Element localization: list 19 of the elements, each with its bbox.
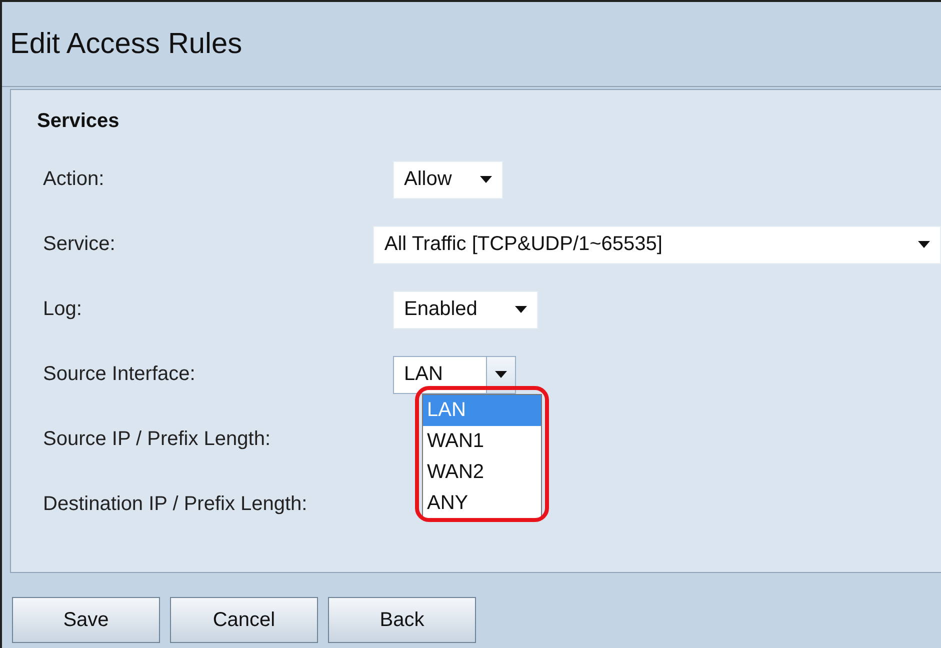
action-button[interactable]: Cancel <box>170 597 318 643</box>
section-heading: Services <box>37 110 120 133</box>
field-label: Log: <box>42 298 83 321</box>
field-label: Destination IP / Prefix Length: <box>42 493 308 516</box>
caret-icon <box>515 306 527 313</box>
dropdown[interactable]: LAN <box>393 356 516 394</box>
dropdown[interactable]: Allow <box>393 160 503 198</box>
field-label: Source IP / Prefix Length: <box>42 428 272 451</box>
field-label: Source Interface: <box>42 363 196 386</box>
dropdown[interactable]: Enabled <box>393 290 538 328</box>
action-button[interactable]: Back <box>328 597 476 643</box>
action-button[interactable]: Save <box>12 597 160 643</box>
caret-icon <box>480 176 492 183</box>
caret-icon <box>495 371 507 378</box>
dropdown[interactable]: All Traffic [TCP&UDP/1~65535] <box>373 226 941 264</box>
page-title: Edit Access Rules <box>2 2 941 87</box>
field-label: Action: <box>42 168 106 191</box>
caret-icon <box>918 241 930 248</box>
field-label: Service: <box>42 233 116 256</box>
